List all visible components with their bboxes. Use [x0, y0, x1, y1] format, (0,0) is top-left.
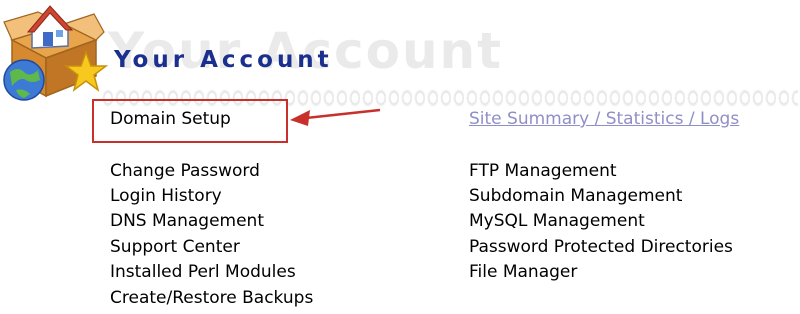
create-restore-backups-link[interactable]: Create/Restore Backups	[110, 288, 313, 308]
site-summary-link[interactable]: Site Summary / Statistics / Logs	[469, 108, 739, 130]
your-account-page: Your Account Your Account Domain Setup S…	[0, 0, 800, 314]
installed-perl-modules-link[interactable]: Installed Perl Modules	[110, 262, 296, 282]
login-history-link[interactable]: Login History	[110, 186, 222, 206]
support-center-link[interactable]: Support Center	[110, 237, 240, 257]
change-password-link[interactable]: Change Password	[110, 161, 260, 181]
house-globe-star-logo	[2, 0, 110, 104]
annotation-arrow-icon	[290, 108, 381, 126]
page-title: Your Account	[114, 47, 333, 73]
mysql-management-link[interactable]: MySQL Management	[469, 211, 645, 231]
dns-management-link[interactable]: DNS Management	[110, 211, 264, 231]
subdomain-management-link[interactable]: Subdomain Management	[469, 186, 682, 206]
ftp-management-link[interactable]: FTP Management	[469, 161, 617, 181]
highlight-annotation-box	[92, 99, 288, 143]
password-protected-directories-link[interactable]: Password Protected Directories	[469, 237, 733, 257]
file-manager-link[interactable]: File Manager	[469, 262, 577, 282]
logo-icon	[3, 5, 109, 101]
